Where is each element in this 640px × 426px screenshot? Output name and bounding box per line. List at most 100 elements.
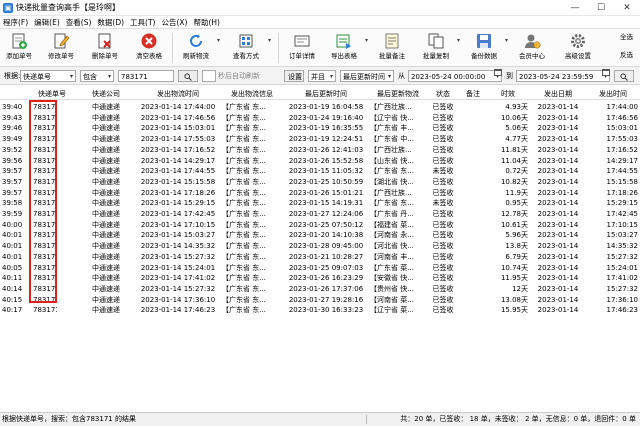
date-to-input[interactable]: 2023-05-24 23:59:59	[516, 70, 610, 83]
table-row[interactable]: 40:01 783171... 中通速递 2023-01-14 14:35:32 【广东…	[0, 241, 640, 252]
table-row[interactable]: 40:01 783171... 中通速递 2023-01-14 15:03:27 【广东…	[0, 230, 640, 241]
note-cell	[458, 263, 488, 274]
column-header[interactable]: 状态	[428, 88, 458, 100]
copy-dropdown-arrow-icon[interactable]: ▾	[457, 37, 460, 44]
batch-copy-button[interactable]: 批量复制	[418, 31, 454, 65]
duration-cell: 6.79天	[505, 252, 528, 261]
auto-refresh-seconds-input[interactable]	[202, 70, 216, 82]
menu-help[interactable]: 帮助(H)	[190, 16, 223, 29]
table-row[interactable]: 40:17 783171... 中通速递 2023-01-14 17:46:23 【广东…	[0, 305, 640, 316]
ship-time-cell: 2023-01-14 15:03:01	[140, 124, 216, 133]
search-button[interactable]	[178, 70, 198, 82]
invert-selection-link[interactable]: 反选	[620, 51, 638, 60]
date-search-button[interactable]	[614, 70, 634, 82]
batch-note-button[interactable]: 批量备注	[374, 31, 410, 65]
export-dropdown-arrow-icon[interactable]: ▾	[365, 37, 368, 44]
results-table[interactable]: 快递单号 快递公司 发出物流时间 发出物流信息 最后更新时间 最后更新物流 状态…	[0, 86, 640, 314]
delete-order-button[interactable]: 删除单号	[88, 31, 122, 65]
maximize-button[interactable]: ☐	[588, 0, 614, 16]
table-row[interactable]: 40:15 783171... 中通速递 2023-01-14 17:36:10 【广东…	[0, 295, 640, 306]
table-row[interactable]: 39:40 783171... 中通速递 2023-01-14 17:44:00 【广东…	[0, 102, 640, 113]
tracking-number-cell: 783171...	[33, 306, 57, 315]
table-row[interactable]: 39:57 783171... 中通速递 2023-01-14 15:15:58 【广东…	[0, 177, 640, 188]
calendar-icon[interactable]	[602, 69, 610, 76]
table-row[interactable]: 40:14 783171... 中通速递 2023-01-14 15:27:32 【广东…	[0, 284, 640, 295]
column-header[interactable]: 备注	[458, 88, 488, 100]
column-header[interactable]: 发出物流信息	[220, 88, 284, 100]
menu-program[interactable]: 程序(F)	[0, 16, 31, 29]
note-cell	[458, 102, 488, 113]
courier-cell: 中通速递	[92, 135, 120, 144]
note-cell	[458, 252, 488, 263]
table-row[interactable]: 39:58 783171... 中通速递 2023-01-14 15:29:15 【广东…	[0, 198, 640, 209]
column-header[interactable]: 快递单号	[30, 88, 74, 100]
time-cell: 39:59	[2, 210, 23, 218]
export-table-button[interactable]: 导出表格	[326, 31, 362, 65]
column-header[interactable]: 发出时间	[588, 88, 638, 100]
table-row[interactable]: 39:43 783171... 中通速递 2023-01-14 17:46:56 【广东…	[0, 113, 640, 124]
clear-table-button[interactable]: 清空表格	[132, 31, 166, 65]
table-row[interactable]: 39:57 783171... 中通速递 2023-01-14 17:18:26 【广东…	[0, 188, 640, 199]
table-row[interactable]: 39:49 783171... 中通速递 2023-01-14 17:55:03 【广东…	[0, 134, 640, 145]
update-time-cell: 2023-01-25 09:07:03	[288, 263, 364, 272]
note-cell	[458, 295, 488, 306]
column-header[interactable]: 快递公司	[76, 88, 136, 100]
refresh-dropdown-arrow-icon[interactable]: ▾	[217, 37, 220, 44]
table-row[interactable]: 39:46 783171... 中通速递 2023-01-14 15:03:01 【广东…	[0, 123, 640, 134]
ship-clock-cell: 15:24:01	[606, 263, 638, 272]
filter-field-select[interactable]: 快递单号	[20, 70, 76, 83]
order-detail-button[interactable]: 订单详情	[284, 31, 320, 65]
filter-query-input[interactable]: 783171	[118, 70, 174, 82]
column-header[interactable]: 最后更新物流	[368, 88, 428, 100]
column-header[interactable]: 时效	[488, 88, 528, 100]
view-dropdown-arrow-icon[interactable]: ▾	[268, 37, 271, 44]
date-from-input[interactable]: 2023-05-24 00:00:00	[408, 70, 502, 83]
filter-operator-select[interactable]: 包含	[80, 70, 114, 83]
filter-logic-select[interactable]: 并且	[308, 70, 336, 83]
column-header[interactable]	[0, 88, 28, 100]
table-row[interactable]: 39:57 783171... 中通速递 2023-01-14 17:44:55 【广东…	[0, 166, 640, 177]
time-cell: 39:57	[2, 177, 23, 186]
table-row[interactable]: 39:52 783171... 中通速递 2023-01-14 17:16:52 【广东…	[0, 145, 640, 156]
note-cell	[458, 273, 488, 284]
advanced-settings-button[interactable]: 高级设置	[560, 31, 596, 65]
table-row[interactable]: 39:56 783171... 中通速递 2023-01-14 14:29:17 【广东…	[0, 156, 640, 167]
refresh-settings-button[interactable]: 设置	[284, 70, 304, 82]
date-field-select[interactable]: 最后更新时间	[340, 70, 394, 83]
menu-edit[interactable]: 编辑(E)	[31, 16, 63, 29]
menu-tools[interactable]: 工具(T)	[127, 16, 158, 29]
member-center-button[interactable]: 会员中心	[514, 31, 550, 65]
table-row[interactable]: 40:01 783171... 中通速递 2023-01-14 15:27:32 【广东…	[0, 252, 640, 263]
calendar-icon[interactable]	[494, 69, 502, 76]
delete-document-icon	[96, 32, 114, 50]
update-time-cell: 2023-01-19 16:35:55	[288, 124, 364, 133]
column-header[interactable]: 发出日期	[530, 88, 586, 100]
add-order-button[interactable]: 添加单号	[2, 31, 36, 65]
table-row[interactable]: 39:59 783171... 中通速递 2023-01-14 17:42:45 【广东…	[0, 209, 640, 220]
status-cell: 未签收	[432, 199, 454, 208]
modify-order-button[interactable]: 修改单号	[44, 31, 78, 65]
table-row[interactable]: 40:05 783171... 中通速递 2023-01-14 15:24:01 【广东…	[0, 263, 640, 274]
backup-data-button[interactable]: 备份数据	[466, 31, 502, 65]
minimize-button[interactable]: —	[562, 0, 588, 16]
menu-view[interactable]: 查看(S)	[63, 16, 95, 29]
backup-dropdown-arrow-icon[interactable]: ▾	[505, 37, 508, 44]
ship-time-cell: 2023-01-14 17:46:56	[140, 113, 216, 122]
update-info-cell: 【广西壮族...	[370, 103, 412, 111]
close-button[interactable]: ✕	[614, 0, 640, 16]
select-all-link[interactable]: 全选	[620, 33, 638, 42]
refresh-logistics-button[interactable]: 刷新物流	[178, 31, 214, 65]
view-mode-label: 查看方式	[233, 52, 259, 60]
view-mode-button[interactable]: 查看方式	[228, 31, 264, 65]
column-header[interactable]: 最后更新时间	[284, 88, 368, 100]
menu-notice[interactable]: 公告(X)	[158, 16, 190, 29]
menu-bar: 程序(F) 编辑(E) 查看(S) 数据(D) 工具(T) 公告(X) 帮助(H…	[0, 16, 640, 29]
table-row[interactable]: 40:00 783171... 中通速递 2023-01-14 17:10:15 【广东…	[0, 220, 640, 231]
note-cell	[458, 209, 488, 220]
clear-table-label: 清空表格	[136, 52, 162, 60]
column-header[interactable]: 发出物流时间	[136, 88, 220, 100]
status-cell: 已签收	[432, 156, 454, 165]
menu-data[interactable]: 数据(D)	[94, 16, 127, 29]
ship-date-cell: 2023-01-14	[537, 188, 579, 197]
table-row[interactable]: 40:11 783171... 中通速递 2023-01-14 17:41:02 【广东…	[0, 273, 640, 284]
